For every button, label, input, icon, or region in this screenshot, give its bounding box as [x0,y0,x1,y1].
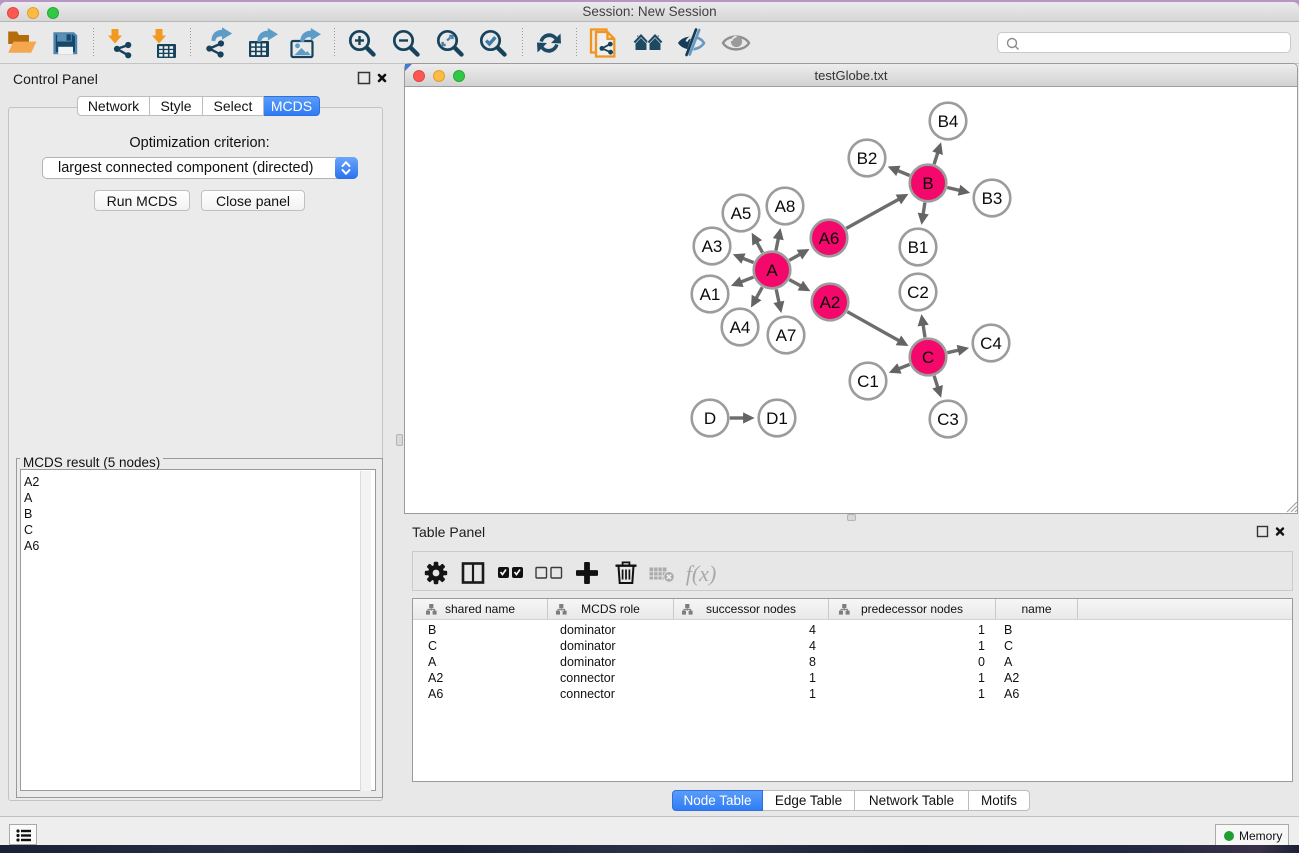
svg-text:C1: C1 [857,372,879,391]
svg-text:A7: A7 [776,326,797,345]
svg-text:B2: B2 [857,149,878,168]
svg-text:B: B [922,174,933,193]
svg-text:A6: A6 [819,229,840,248]
svg-text:B4: B4 [938,112,959,131]
svg-text:B3: B3 [982,189,1003,208]
svg-text:D: D [704,409,716,428]
svg-text:C2: C2 [907,283,929,302]
svg-text:A3: A3 [702,237,723,256]
svg-text:A4: A4 [730,318,751,337]
svg-text:C: C [922,348,934,367]
svg-text:f(x): f(x) [686,561,717,586]
svg-text:C3: C3 [937,410,959,429]
svg-text:D1: D1 [766,409,788,428]
svg-text:A8: A8 [775,197,796,216]
svg-text:A: A [766,261,778,280]
svg-text:A2: A2 [820,293,841,312]
svg-text:B1: B1 [908,238,929,257]
svg-text:A1: A1 [700,285,721,304]
svg-text:C4: C4 [980,334,1002,353]
svg-text:A5: A5 [731,204,752,223]
